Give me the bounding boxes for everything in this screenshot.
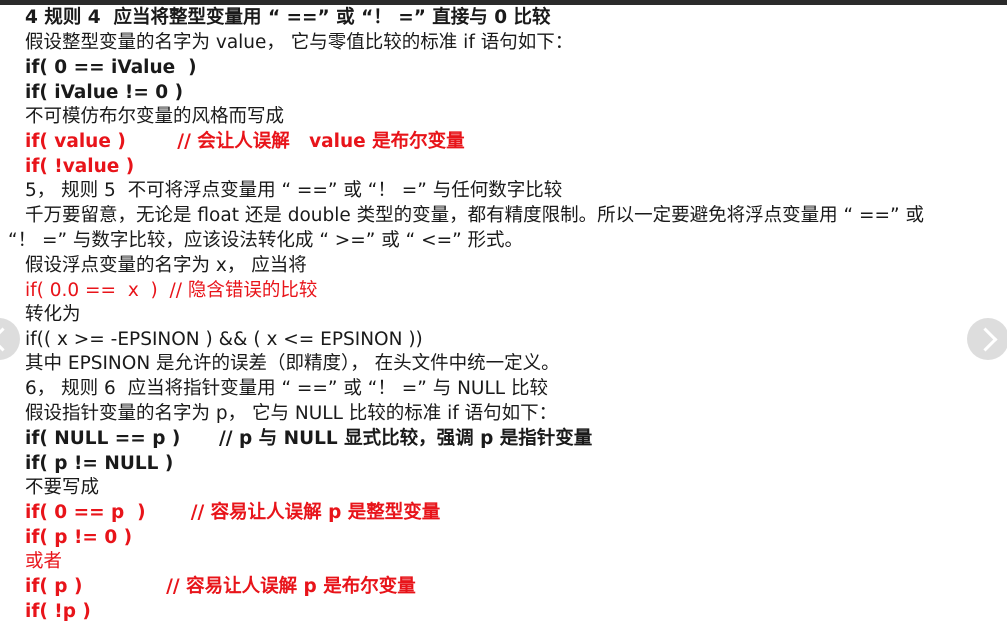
text-line: 不可模仿布尔变量的风格而写成	[25, 106, 285, 127]
code-line-highlight: if( !p )	[25, 601, 91, 622]
text-line: 不要写成	[25, 477, 100, 498]
prev-page-button[interactable]	[0, 318, 20, 360]
code-line-highlight: if( p != 0 )	[25, 527, 133, 548]
text-line: 假设浮点变量的名字为 x， 应当将	[25, 255, 307, 276]
code-line: if(( x >= -EPSINON ) && ( x <= EPSINON )…	[25, 329, 423, 350]
code-line: if( iValue != 0 )	[25, 82, 184, 103]
code-line-highlight: if( p ) // 容易让人误解 p 是布尔变量	[25, 576, 416, 597]
text-line: 假设指针变量的名字为 p， 它与 NULL 比较的标准 if 语句如下：	[25, 403, 558, 424]
code-line: if( 0 == iValue )	[25, 57, 197, 78]
next-page-button[interactable]	[967, 318, 1007, 360]
text-line-highlight: 或者	[25, 551, 63, 572]
code-line-highlight: if( 0 == p ) // 容易让人误解 p 是整型变量	[25, 502, 441, 523]
code-line-highlight: if( !value )	[25, 156, 135, 177]
rule-6-heading: 6， 规则 6 应当将指针变量用 “ ==” 或 “！ =” 与 NULL 比较	[25, 378, 548, 399]
code-line: if( p != NULL )	[25, 453, 174, 474]
rule-5-heading: 5， 规则 5 不可将浮点变量用 “ ==” 或 “！ =” 与任何数字比较	[25, 180, 563, 201]
code-line-highlight: if( value ) // 会让人误解 value 是布尔变量	[25, 131, 465, 152]
chevron-left-icon	[0, 326, 15, 352]
rule-4-heading: 4 规则 4 应当将整型变量用 “ ==” 或 “！ =” 直接与 0 比较	[25, 7, 551, 28]
chevron-right-icon	[972, 326, 998, 352]
text-line: 转化为	[25, 304, 81, 325]
text-line: 其中 EPSINON 是允许的误差（即精度）， 在头文件中统一定义。	[25, 353, 560, 374]
text-line: “！ =” 与数字比较，应该设法转化成 “ >=” 或 “ <=” 形式。	[8, 230, 524, 251]
text-line: 假设整型变量的名字为 value， 它与零值比较的标准 if 语句如下：	[25, 32, 574, 53]
code-line: if( NULL == p ) // p 与 NULL 显式比较，强调 p 是指…	[25, 428, 593, 449]
top-bar	[0, 0, 1007, 5]
code-line-highlight: if( 0.0 == x ) // 隐含错误的比较	[25, 280, 318, 301]
text-line: 千万要留意，无论是 float 还是 double 类型的变量，都有精度限制。所…	[25, 205, 924, 226]
